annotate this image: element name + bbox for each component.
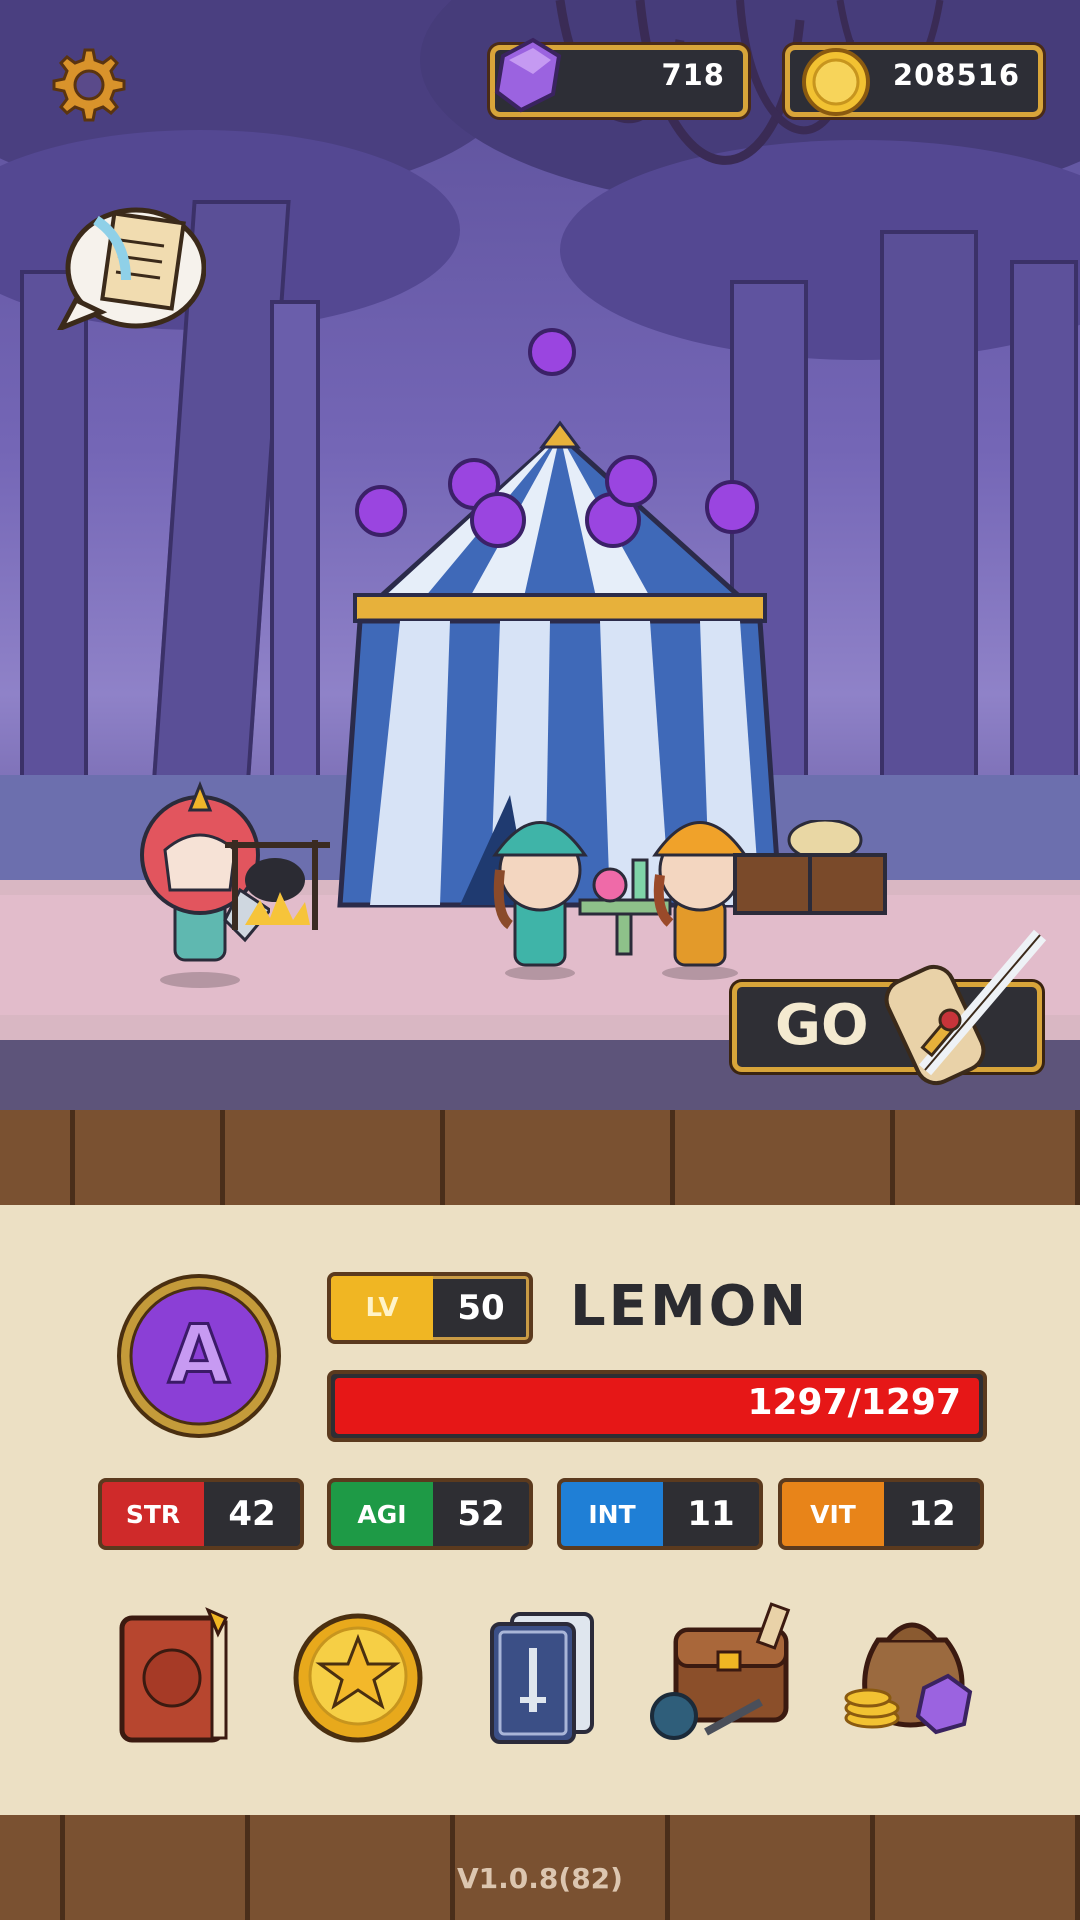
coin-icon (802, 48, 870, 116)
game-scene: GO (0, 0, 1080, 1120)
gem-count: 718 (661, 58, 725, 92)
supply-crates-decoration (733, 820, 887, 915)
hp-text: 1297/1297 (747, 1382, 961, 1423)
wood-divider-top (0, 1110, 1080, 1220)
stat-key: INT (561, 1482, 663, 1546)
vines-decoration (555, 0, 944, 165)
stat-str: STR 42 (98, 1478, 304, 1550)
quest-scroll-icon (55, 207, 207, 333)
quest-log-button[interactable] (55, 200, 207, 333)
skill-cards-icon (490, 1612, 594, 1744)
stat-vit: VIT 12 (778, 1478, 984, 1550)
class-emblem-icon: A (117, 1274, 281, 1438)
version-label: V1.0.8(82) (457, 1862, 623, 1895)
stat-value: 11 (687, 1494, 735, 1534)
hero-emblem[interactable]: A (115, 1272, 283, 1440)
coin-counter: 208516 (785, 45, 1043, 117)
gem-icon (494, 37, 562, 113)
level-badge: LV 50 (327, 1272, 533, 1344)
scroll-sword-icon (884, 929, 1047, 1086)
coin-count: 208516 (892, 58, 1020, 92)
level-value: 50 (457, 1288, 505, 1328)
hero-book-button[interactable] (108, 1600, 248, 1750)
achievements-button[interactable] (288, 1600, 428, 1750)
gear-icon (52, 48, 126, 122)
hero-book-icon (119, 1607, 229, 1743)
stat-agi: AGI 52 (327, 1478, 533, 1550)
svg-text:A: A (168, 1308, 230, 1401)
shop-button[interactable] (838, 1600, 988, 1750)
stat-key: STR (102, 1482, 204, 1546)
hp-bar: 1297/1297 (327, 1370, 987, 1442)
stat-value: 12 (908, 1494, 956, 1534)
settings-button[interactable] (42, 44, 128, 130)
inventory-bag-icon (650, 1602, 791, 1740)
stat-key: VIT (782, 1482, 884, 1546)
level-label: LV (331, 1276, 433, 1340)
stat-value: 42 (228, 1494, 276, 1534)
gem-counter: 718 (490, 37, 748, 117)
stat-int: INT 11 (557, 1478, 763, 1550)
star-coin-icon (293, 1613, 423, 1743)
campfire-decoration (225, 840, 330, 930)
stat-key: AGI (331, 1482, 433, 1546)
stat-value: 52 (457, 1494, 505, 1534)
treasure-sack-icon (844, 1622, 973, 1735)
hero-name: LEMON (570, 1274, 810, 1339)
go-button-label: GO (775, 993, 869, 1058)
skills-button[interactable] (472, 1600, 612, 1750)
inventory-button[interactable] (646, 1600, 806, 1750)
